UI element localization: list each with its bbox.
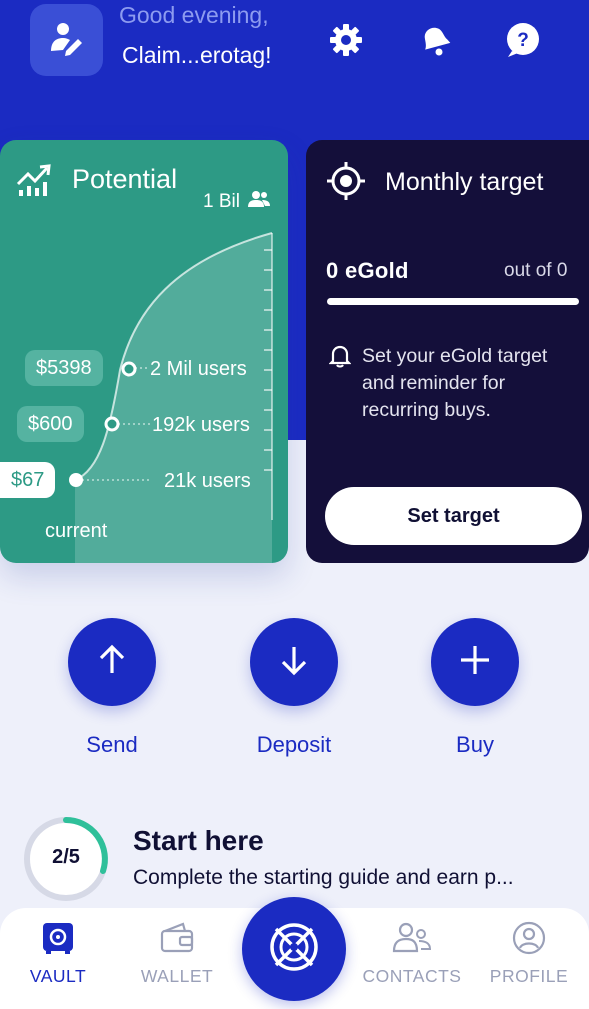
profile-icon (469, 916, 589, 960)
bell-icon[interactable] (414, 20, 454, 60)
start-here-subtitle: Complete the starting guide and earn p..… (133, 866, 514, 889)
users-label: 21k users (164, 470, 251, 492)
potential-card[interactable]: Potential 1 Bil $5398 2 Mil users $600 1… (0, 140, 288, 563)
arrow-up-icon (95, 643, 129, 682)
nav-item-contacts[interactable]: CONTACTS (352, 916, 472, 987)
nav-label: PROFILE (489, 966, 569, 986)
nav-item-vault[interactable]: VAULT (0, 916, 118, 987)
guide-progress-text: 2/5 (52, 846, 80, 868)
price-pill: $5398 (25, 350, 103, 386)
bell-outline-icon (328, 344, 352, 373)
monthly-target-title: Monthly target (385, 168, 544, 196)
current-price-pill: $67 (0, 462, 56, 498)
current-label: current (45, 520, 108, 542)
deposit-label[interactable]: Deposit (224, 732, 364, 758)
potential-title: Potential (72, 164, 178, 194)
guide-progress-ring[interactable]: 2/5 (22, 815, 110, 903)
greeting-text: Good evening, (119, 2, 269, 28)
vault-icon (0, 916, 118, 960)
price-pill: $600 (17, 406, 84, 442)
users-label: 2 Mil users (150, 358, 247, 380)
nav-label: WALLET (140, 966, 214, 986)
target-message: Set your eGold target and reminder for r… (362, 345, 548, 421)
plus-icon (458, 643, 492, 682)
edit-profile-icon (49, 20, 85, 61)
username-text: Claim...erotag! (122, 42, 272, 68)
buy-button[interactable] (431, 618, 519, 706)
help-icon[interactable]: ? (503, 20, 543, 60)
avatar[interactable] (30, 4, 103, 76)
wallet-icon (117, 916, 237, 960)
nav-label: CONTACTS (362, 966, 462, 986)
nav-label: VAULT (29, 966, 87, 986)
gear-icon[interactable] (326, 20, 366, 60)
deposit-button[interactable] (250, 618, 338, 706)
target-progress-bar (327, 298, 579, 305)
set-target-button[interactable]: Set target (325, 487, 582, 545)
nav-item-wallet[interactable]: WALLET (117, 916, 237, 987)
egold-logo-icon (268, 921, 320, 978)
send-label[interactable]: Send (42, 732, 182, 758)
egold-center-button[interactable] (242, 897, 346, 1001)
buy-label[interactable]: Buy (405, 732, 545, 758)
users-label: 192k users (152, 414, 250, 436)
target-amount: 0 eGold (326, 258, 409, 283)
total-users-value: 1 Bil (203, 190, 240, 212)
arrow-down-icon (277, 643, 311, 682)
send-button[interactable] (68, 618, 156, 706)
contacts-icon (352, 916, 472, 960)
users-icon (247, 190, 270, 213)
nav-item-profile[interactable]: PROFILE (469, 916, 589, 987)
start-here-title[interactable]: Start here (133, 825, 264, 857)
target-icon (326, 161, 366, 206)
target-out-of: out of 0 (504, 260, 568, 281)
chart-trend-icon (16, 164, 52, 203)
svg-text:?: ? (517, 30, 529, 51)
